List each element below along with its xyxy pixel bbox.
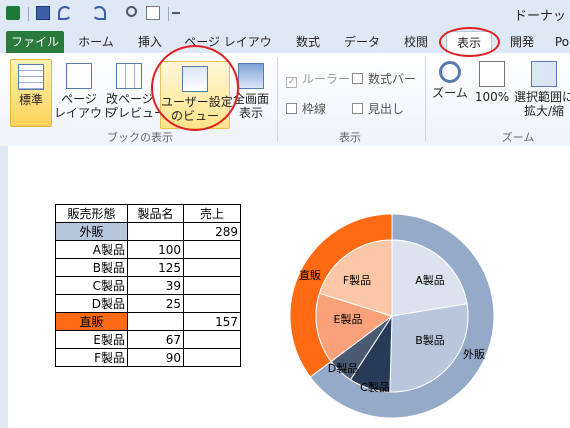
inner-ring-label: C製品 [360, 380, 390, 394]
donut-chart[interactable]: 外販 直販 A製品 B製品 C製品D製品 E製品 F製品 [0, 0, 570, 428]
outer-ring-label: 直販 [299, 268, 321, 282]
inner-ring-label: F製品 [343, 273, 371, 287]
annotation-circle-custom-views [151, 45, 239, 131]
inner-ring-label: B製品 [415, 333, 445, 347]
annotation-circle-view-tab [439, 27, 500, 57]
inner-ring-label: A製品 [415, 273, 445, 287]
outer-ring-label: 外販 [463, 348, 485, 361]
inner-ring-label: E製品 [334, 312, 363, 326]
inner-ring-label: D製品 [328, 361, 358, 375]
